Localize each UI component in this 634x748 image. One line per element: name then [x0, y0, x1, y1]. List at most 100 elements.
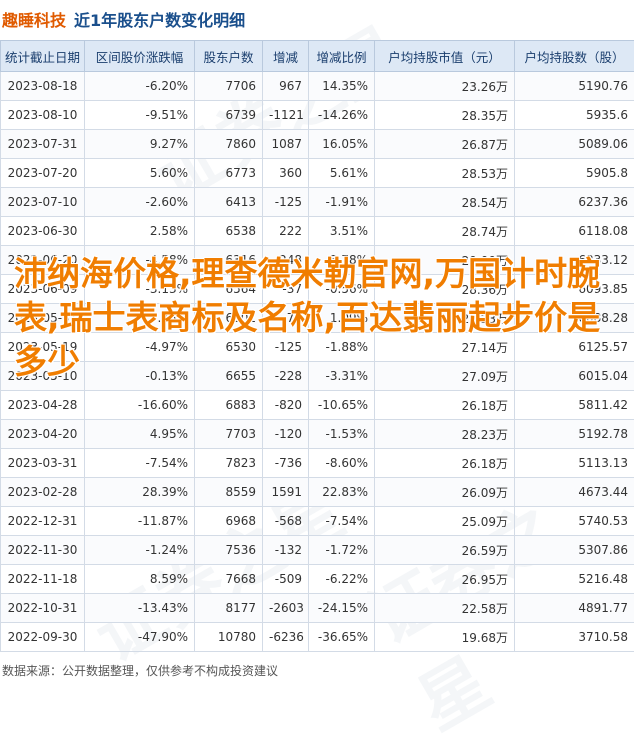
- table-row: 2022-09-30-47.90%10780-6236-36.65%19.68万…: [1, 623, 634, 652]
- table-cell-change: -6236: [263, 623, 309, 652]
- table-cell-date: 2023-05-10: [1, 362, 85, 391]
- table-cell-holders: 6564: [195, 275, 263, 304]
- table-cell-change: -120: [263, 420, 309, 449]
- table-row: 2023-05-10-0.13%6655-228-3.31%27.09万6015…: [1, 362, 634, 391]
- table-cell-avg-value: 29.23万: [375, 304, 515, 333]
- table-cell-avg-shares: 6333.12: [515, 246, 634, 275]
- table-cell-avg-value: 28.36万: [375, 275, 515, 304]
- table-row: 2022-12-31-11.87%6968-568-7.54%25.09万574…: [1, 507, 634, 536]
- table-cell-holders: 7668: [195, 565, 263, 594]
- table-cell-change: 1087: [263, 130, 309, 159]
- table-row: 2023-04-204.95%7703-120-1.53%28.23万5192.…: [1, 420, 634, 449]
- table-cell-holders: 6739: [195, 101, 263, 130]
- table-cell-change-ratio: 16.05%: [309, 130, 375, 159]
- company-name: 趣睡科技: [2, 7, 66, 31]
- table-row: 2023-06-20-4.58%6316-248-3.78%29.00万6333…: [1, 246, 634, 275]
- table-cell-avg-shares: 5307.86: [515, 536, 634, 565]
- table-cell-holders: 10780: [195, 623, 263, 652]
- table-cell-holders: 6538: [195, 217, 263, 246]
- column-header[interactable]: 增减比例: [309, 41, 375, 72]
- table-cell-avg-shares: 5905.8: [515, 159, 634, 188]
- table-cell-change: -125: [263, 188, 309, 217]
- table-cell-avg-shares: 4673.44: [515, 478, 634, 507]
- table-cell-change-ratio: 3.51%: [309, 217, 375, 246]
- table-cell-holders: 6530: [195, 333, 263, 362]
- table-cell-avg-value: 28.23万: [375, 420, 515, 449]
- table-cell-avg-value: 25.09万: [375, 507, 515, 536]
- column-header[interactable]: 户均持股市值（元）: [375, 41, 515, 72]
- table-cell-change-pct: -2.60%: [85, 188, 195, 217]
- table-cell-avg-value: 27.14万: [375, 333, 515, 362]
- table-cell-date: 2023-08-18: [1, 72, 85, 101]
- table-cell-change-pct: -0.13%: [85, 362, 195, 391]
- table-cell-change-ratio: -0.56%: [309, 275, 375, 304]
- table-cell-avg-value: 22.58万: [375, 594, 515, 623]
- table-cell-avg-shares: 6237.36: [515, 188, 634, 217]
- column-header[interactable]: 统计截止日期: [1, 41, 85, 72]
- table-cell-avg-shares: 5192.78: [515, 420, 634, 449]
- table-cell-date: 2023-06-30: [1, 217, 85, 246]
- table-cell-avg-shares: 6093.85: [515, 275, 634, 304]
- table-row: 2023-03-31-7.54%7823-736-8.60%26.18万5113…: [1, 449, 634, 478]
- table-cell-change-ratio: -1.72%: [309, 536, 375, 565]
- column-header[interactable]: 户均持股数（股）: [515, 41, 634, 72]
- table-cell-change-pct: -6.20%: [85, 72, 195, 101]
- table-cell-change: 1591: [263, 478, 309, 507]
- table-row: 2023-08-10-9.51%6739-1121-14.26%28.35万59…: [1, 101, 634, 130]
- column-header[interactable]: 股东户数: [195, 41, 263, 72]
- table-cell-change-ratio: 1.09%: [309, 304, 375, 333]
- column-header[interactable]: 增减: [263, 41, 309, 72]
- table-cell-change: -2603: [263, 594, 309, 623]
- table-cell-date: 2023-04-20: [1, 420, 85, 449]
- table-row: 2022-10-31-13.43%8177-2603-24.15%22.58万4…: [1, 594, 634, 623]
- table-cell-change: 967: [263, 72, 309, 101]
- table-cell-change-ratio: -1.88%: [309, 333, 375, 362]
- table-row: 2023-07-319.27%7860108716.05%26.87万5089.…: [1, 130, 634, 159]
- table-cell-avg-shares: 5190.76: [515, 72, 634, 101]
- table-cell-change-ratio: -36.65%: [309, 623, 375, 652]
- table-cell-date: 2022-12-31: [1, 507, 85, 536]
- table-cell-avg-value: 28.53万: [375, 159, 515, 188]
- table-cell-change-pct: -11.87%: [85, 507, 195, 536]
- table-cell-change: -125: [263, 333, 309, 362]
- table-cell-avg-shares: 6125.57: [515, 333, 634, 362]
- table-cell-change: -820: [263, 391, 309, 420]
- table-cell-change-ratio: -10.65%: [309, 391, 375, 420]
- table-cell-avg-shares: 6015.04: [515, 362, 634, 391]
- table-cell-change-pct: -1.24%: [85, 536, 195, 565]
- table-cell-date: 2023-05-31: [1, 304, 85, 333]
- table-row: 2023-08-18-6.20%770696714.35%23.26万5190.…: [1, 72, 634, 101]
- table-row: 2023-07-205.60%67733605.61%28.53万5905.8: [1, 159, 634, 188]
- table-cell-change-pct: 9.27%: [85, 130, 195, 159]
- table-cell-avg-value: 23.26万: [375, 72, 515, 101]
- table-cell-change-pct: 4.95%: [85, 420, 195, 449]
- table-cell-change: -736: [263, 449, 309, 478]
- table-cell-holders: 6883: [195, 391, 263, 420]
- table-cell-holders: 7860: [195, 130, 263, 159]
- table-cell-change-pct: -9.51%: [85, 101, 195, 130]
- table-cell-avg-value: 26.95万: [375, 565, 515, 594]
- table-cell-avg-shares: 5113.13: [515, 449, 634, 478]
- table-cell-date: 2023-07-20: [1, 159, 85, 188]
- table-row: 2023-06-09-3.13%6564-37-0.56%28.36万6093.…: [1, 275, 634, 304]
- table-row: 2023-07-10-2.60%6413-125-1.91%28.54万6237…: [1, 188, 634, 217]
- table-cell-date: 2022-10-31: [1, 594, 85, 623]
- title-bar: 趣睡科技 近1年股东户数变化明细: [0, 0, 634, 38]
- table-cell-holders: 6316: [195, 246, 263, 275]
- table-cell-holders: 7703: [195, 420, 263, 449]
- table-cell-change-pct: 28.39%: [85, 478, 195, 507]
- table-cell-avg-shares: 3710.58: [515, 623, 634, 652]
- table-cell-date: 2023-08-10: [1, 101, 85, 130]
- table-cell-date: 2023-04-28: [1, 391, 85, 420]
- table-cell-change-pct: -13.43%: [85, 594, 195, 623]
- table-row: 2022-11-30-1.24%7536-132-1.72%26.59万5307…: [1, 536, 634, 565]
- column-header[interactable]: 区间股价涨跌幅: [85, 41, 195, 72]
- table-row: 2023-05-317.75%6601711.09%29.23万6088.28: [1, 304, 634, 333]
- table-cell-holders: 8559: [195, 478, 263, 507]
- table-cell-date: 2023-07-10: [1, 188, 85, 217]
- table-cell-avg-shares: 5740.53: [515, 507, 634, 536]
- table-cell-avg-shares: 4891.77: [515, 594, 634, 623]
- table-cell-date: 2023-06-20: [1, 246, 85, 275]
- table-cell-avg-value: 27.09万: [375, 362, 515, 391]
- table-cell-change-ratio: -24.15%: [309, 594, 375, 623]
